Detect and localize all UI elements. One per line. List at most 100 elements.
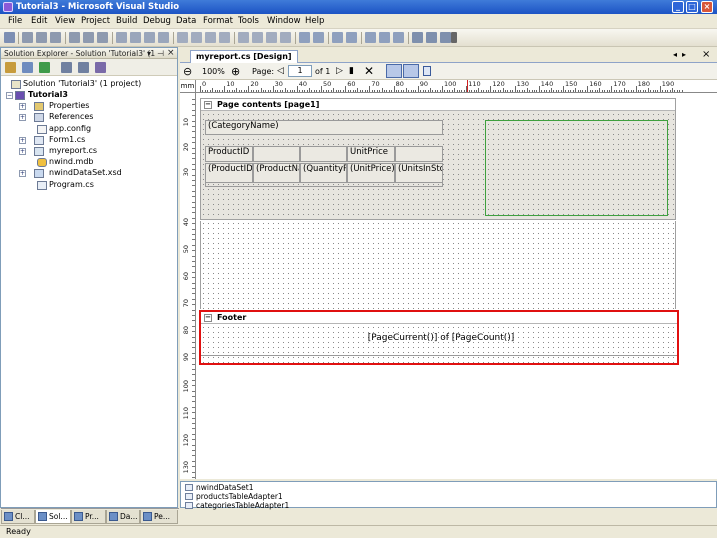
category-name-field[interactable]: (CategoryName) [205,120,443,135]
align-bottoms-icon[interactable] [97,32,108,43]
menu-edit[interactable]: Edit [31,16,47,27]
tree-item-references[interactable]: References [49,112,93,122]
footer-band-header[interactable]: − Footer [201,312,677,324]
decrease-horizontal-spacing-icon[interactable] [205,32,216,43]
collapse-band-icon[interactable]: − [204,101,212,109]
make-same-size-icon[interactable] [158,32,169,43]
close-icon[interactable]: × [701,1,713,13]
size-to-grid-icon[interactable] [130,32,141,43]
remove-horizontal-spacing-icon[interactable] [219,32,230,43]
tree-item-properties[interactable]: Properties [49,101,89,111]
align-lefts-icon[interactable] [22,32,33,43]
align-tops-icon[interactable] [69,32,80,43]
send-to-back-icon[interactable] [346,32,357,43]
collapse-icon[interactable]: − [6,92,13,99]
page-band-header[interactable]: − Page contents [page1] [201,99,675,111]
tab-list-icon[interactable]: ◂ [673,50,677,59]
tree-item-nwind-mdb[interactable]: nwind.mdb [49,157,93,167]
detail-cell-quantityperunit[interactable]: (QuantityPerUnit) [300,163,347,183]
make-same-width-icon[interactable] [116,32,127,43]
center-vertically-icon[interactable] [313,32,324,43]
expand-icon[interactable]: + [19,114,26,121]
view-designer-icon[interactable] [78,62,89,73]
dropdown-icon[interactable]: ▾ [147,48,151,59]
menu-debug[interactable]: Debug [143,16,171,27]
align-middles-icon[interactable] [83,32,94,43]
grid-icon[interactable] [440,32,451,43]
distribute-icon[interactable] [379,32,390,43]
zoom-out-icon[interactable]: ⊖ [183,65,192,78]
tab-class-view[interactable]: Cl... [1,510,35,524]
tab-performance[interactable]: Pe... [140,510,178,524]
align-centers-icon[interactable] [36,32,47,43]
tab-myreport-design[interactable]: myreport.cs [Design] [190,50,298,63]
previous-page-icon[interactable]: ◁ [277,65,284,78]
increase-vertical-spacing-icon[interactable] [252,32,263,43]
tree-solution[interactable]: Solution 'Tutorial3' (1 project) [23,79,141,89]
expand-icon[interactable]: + [19,137,26,144]
properties-icon[interactable] [5,62,16,73]
page-number-field[interactable]: [PageCurrent()] of [PageCount()] [351,331,531,345]
tab-scroll-icon[interactable]: ▸ [682,50,686,59]
center-horizontally-icon[interactable] [299,32,310,43]
expand-icon[interactable]: + [19,148,26,155]
tab-properties[interactable]: Pr... [71,510,106,524]
remove-vertical-spacing-icon[interactable] [280,32,291,43]
decrease-vertical-spacing-icon[interactable] [266,32,277,43]
detail-cell-productname[interactable]: (ProductName) [253,163,300,183]
zoom-in-icon[interactable]: ⊕ [231,65,240,78]
tree-item-nwind-dataset[interactable]: nwindDataSet.xsd [49,168,122,178]
tray-item-products-adapter[interactable]: productsTableAdapter1 [185,492,283,501]
align-icon[interactable] [365,32,376,43]
detail-cell-unitprice[interactable]: (UnitPrice) [347,163,395,183]
selected-placeholder-box[interactable] [485,120,668,216]
menu-window[interactable]: Window [267,16,301,27]
lock-controls-icon[interactable] [412,32,423,43]
delete-page-icon[interactable]: ✕ [364,65,374,78]
tree-item-program[interactable]: Program.cs [49,180,94,190]
increase-horizontal-spacing-icon[interactable] [191,32,202,43]
class-diagram-icon[interactable] [95,62,106,73]
make-same-height-icon[interactable] [144,32,155,43]
align-rights-icon[interactable] [50,32,61,43]
tree-item-myreport[interactable]: myreport.cs [49,146,97,156]
minimize-icon[interactable]: _ [672,1,684,13]
refresh-icon[interactable] [39,62,50,73]
vertical-spacing-equal-icon[interactable] [238,32,249,43]
tab-solution-explorer[interactable]: Sol... [35,510,71,524]
expand-icon[interactable]: + [19,170,26,177]
tree-item-app-config[interactable]: app.config [49,124,91,134]
bring-to-front-icon[interactable] [332,32,343,43]
pin-icon[interactable]: ⊣ [157,48,164,59]
header-cell-productid[interactable]: ProductID [205,146,253,162]
tree-item-form1[interactable]: Form1.cs [49,135,85,145]
tab-data-sources[interactable]: Da... [106,510,140,524]
add-page-icon[interactable]: ▮ [349,65,354,78]
menu-project[interactable]: Project [81,16,110,27]
header-cell-unitprice[interactable]: UnitPrice [347,146,395,162]
menu-file[interactable]: File [8,16,22,27]
tray-item-categories-adapter[interactable]: categoriesTableAdapter1 [185,501,289,510]
menu-view[interactable]: View [55,16,75,27]
header-cell-empty[interactable] [300,146,347,162]
close-pane-icon[interactable]: × [167,48,175,59]
view-code-icon[interactable] [61,62,72,73]
detail-cell-unitsinstock[interactable]: (UnitsInStock) [395,163,443,183]
detail-cell-productid[interactable]: (ProductID) [205,163,253,183]
tab-order-icon[interactable] [393,32,404,43]
collapse-band-icon[interactable]: − [204,314,212,322]
page-number-input[interactable]: 1 [288,65,312,77]
snap-lines-icon[interactable] [426,32,437,43]
header-cell-empty[interactable] [395,146,443,162]
toolbar-overflow-icon[interactable] [451,32,457,43]
close-document-icon[interactable]: × [702,49,710,60]
menu-help[interactable]: Help [305,16,324,27]
horizontal-spacing-equal-icon[interactable] [177,32,188,43]
snap-to-grid-icon[interactable] [403,64,419,78]
maximize-icon[interactable]: □ [686,1,698,13]
page-setup-icon[interactable] [423,66,431,76]
menu-data[interactable]: Data [176,16,196,27]
menu-format[interactable]: Format [203,16,233,27]
zoom-level[interactable]: 100% [202,65,225,78]
tree-project[interactable]: Tutorial3 [28,90,68,100]
